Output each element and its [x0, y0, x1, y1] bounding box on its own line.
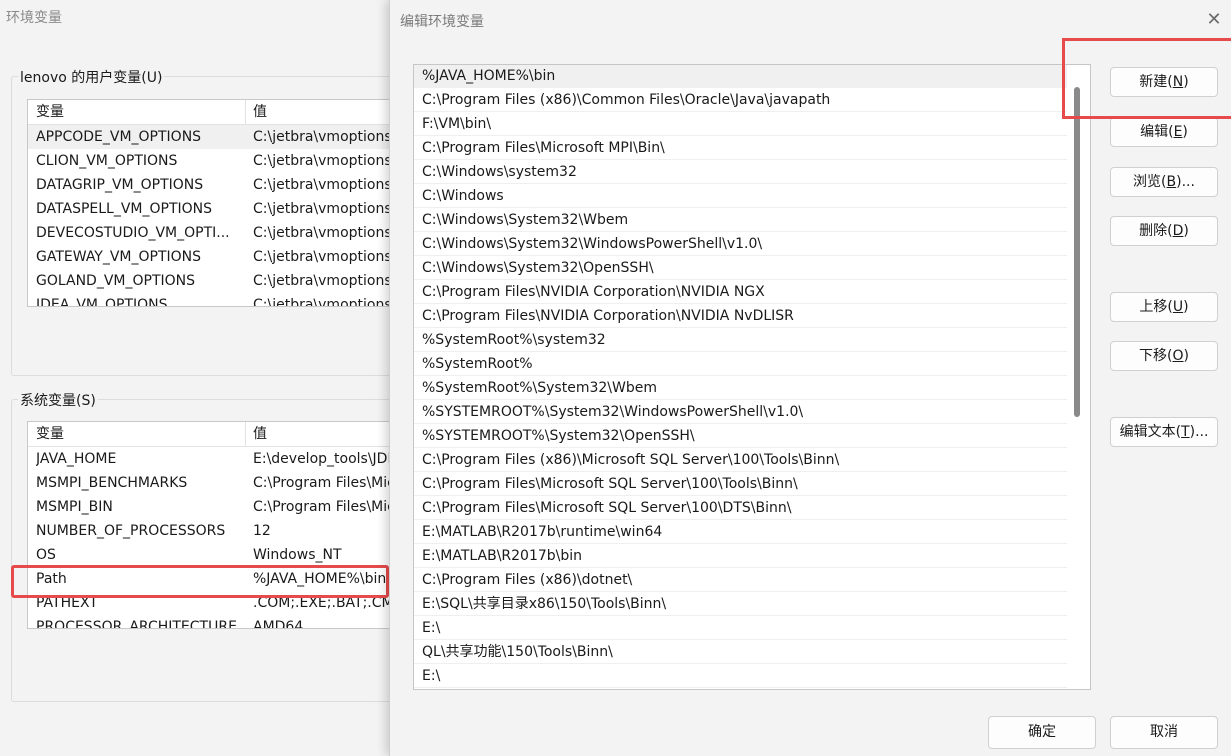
- browse-button[interactable]: 浏览(B)...: [1110, 167, 1218, 197]
- variable-value: C:\jetbra\vmoptions\appcode.vmoptions: [253, 129, 408, 145]
- path-entry[interactable]: %JAVA_HOME%\bin: [414, 65, 1067, 88]
- path-entry[interactable]: F:\VM\bin\: [414, 113, 1067, 136]
- column-header-variable[interactable]: 变量: [36, 422, 241, 446]
- path-entry[interactable]: QL\共享功能\150\Tools\Binn\: [414, 641, 1067, 664]
- variable-value: C:\jetbra\vmoptions\clion.vmoptions: [253, 153, 408, 169]
- path-entry[interactable]: C:\Program Files\Microsoft SQL Server\10…: [414, 473, 1067, 496]
- variable-value: Windows_NT: [253, 547, 342, 563]
- column-header-value[interactable]: 值: [253, 422, 408, 446]
- table-row[interactable]: MSMPI_BIN C:\Program Files\Microsoft MPI\…: [28, 495, 408, 519]
- table-row[interactable]: IDEA_VM_OPTIONS C:\jetbra\vmoptions\idea.…: [28, 293, 408, 307]
- path-entry[interactable]: C:\Windows\System32\WindowsPowerShell\v1…: [414, 233, 1067, 256]
- edit-button[interactable]: 编辑(E): [1110, 117, 1218, 147]
- path-entry[interactable]: %SYSTEMROOT%\System32\OpenSSH\: [414, 425, 1067, 448]
- column-separator: [245, 422, 246, 446]
- table-row[interactable]: JAVA_HOME E:\develop_tools\JDK: [28, 447, 408, 471]
- path-entry[interactable]: %SystemRoot%\system32: [414, 329, 1067, 352]
- path-entry[interactable]: %SystemRoot%\System32\Wbem: [414, 377, 1067, 400]
- dialog-title: 编辑环境变量: [400, 14, 484, 30]
- edit-text-button[interactable]: 编辑文本(T)...: [1110, 417, 1218, 447]
- path-entry[interactable]: C:\Program Files (x86)\Microsoft SQL Ser…: [414, 449, 1067, 472]
- path-entry[interactable]: C:\Windows\System32\OpenSSH\: [414, 257, 1067, 280]
- table-row[interactable]: DATAGRIP_VM_OPTIONS C:\jetbra\vmoptions\d…: [28, 173, 408, 197]
- path-row-highlight: [11, 565, 389, 598]
- column-header-variable[interactable]: 变量: [36, 100, 241, 124]
- column-header-value[interactable]: 值: [253, 100, 408, 124]
- move-up-button[interactable]: 上移(U): [1110, 292, 1218, 322]
- path-entry[interactable]: E:\: [414, 617, 1067, 640]
- edit-env-var-dialog: 编辑环境变量 ✕ E:\ QL\共享功能\150\Tools\Binn\ E:\ E:…: [389, 0, 1231, 756]
- path-entry[interactable]: C:\Program Files\NVIDIA Corporation\NVID…: [414, 305, 1067, 328]
- variable-value: C:\Program Files\Microsoft MPI\Bin\: [253, 499, 408, 515]
- path-entry[interactable]: E:\SQL\共享目录x86\150\Tools\Binn\: [414, 593, 1067, 616]
- close-icon[interactable]: ✕: [1204, 10, 1224, 30]
- variable-name: GOLAND_VM_OPTIONS: [36, 273, 195, 289]
- path-entry[interactable]: E:\MATLAB\R2017b\bin: [414, 545, 1067, 568]
- variable-value: E:\develop_tools\JDK: [253, 451, 397, 467]
- variable-name: IDEA_VM_OPTIONS: [36, 297, 168, 307]
- system-vars-label: 系统变量(S): [18, 390, 98, 410]
- variable-name: DATAGRIP_VM_OPTIONS: [36, 177, 204, 193]
- variable-value: C:\jetbra\vmoptions\dataspell.vmoptions: [253, 201, 408, 217]
- variable-value: AMD64: [253, 619, 304, 629]
- path-entry[interactable]: C:\Windows\System32\Wbem: [414, 209, 1067, 232]
- delete-button[interactable]: 删除(D): [1110, 216, 1218, 246]
- table-row[interactable]: CLION_VM_OPTIONS C:\jetbra\vmoptions\clio…: [28, 149, 408, 173]
- variable-name: MSMPI_BENCHMARKS: [36, 475, 188, 491]
- path-entry[interactable]: C:\Program Files (x86)\dotnet\: [414, 569, 1067, 592]
- table-row[interactable]: DATASPELL_VM_OPTIONS C:\jetbra\vmoptions\…: [28, 197, 408, 221]
- table-row[interactable]: NUMBER_OF_PROCESSORS 12: [28, 519, 408, 543]
- path-entry[interactable]: E:\: [414, 665, 1067, 688]
- window-title: 环境变量: [6, 10, 62, 26]
- variable-value: C:\jetbra\vmoptions\gateway.vmoptions: [253, 249, 408, 265]
- variable-name: CLION_VM_OPTIONS: [36, 153, 178, 169]
- path-entry[interactable]: C:\Windows\system32: [414, 161, 1067, 184]
- table-row[interactable]: OS Windows_NT: [28, 543, 408, 567]
- table-row[interactable]: DEVECOSTUDIO_VM_OPTI... C:\jetbra\vmoptio…: [28, 221, 408, 245]
- variable-value: 12: [253, 523, 271, 539]
- cancel-button[interactable]: 取消: [1110, 716, 1218, 749]
- user-vars-list[interactable]: 变量 值 APPCODE_VM_OPTIONS C:\jetbra\vmoptio…: [27, 99, 409, 307]
- variable-name: DATASPELL_VM_OPTIONS: [36, 201, 213, 217]
- path-entry[interactable]: %SystemRoot%: [414, 353, 1067, 376]
- path-entry[interactable]: E:\MATLAB\R2017b\runtime\win64: [414, 521, 1067, 544]
- path-entry[interactable]: C:\Program Files\Microsoft MPI\Bin\: [414, 137, 1067, 160]
- variable-name: NUMBER_OF_PROCESSORS: [36, 523, 226, 539]
- path-entry[interactable]: C:\Program Files\NVIDIA Corporation\NVID…: [414, 281, 1067, 304]
- variable-value: C:\Program Files\Microsoft MPI\Benchmark…: [253, 475, 408, 491]
- list-header: 变量 值: [28, 100, 408, 125]
- table-row[interactable]: MSMPI_BENCHMARKS C:\Program Files\Microso…: [28, 471, 408, 495]
- path-entry[interactable]: C:\Program Files (x86)\Common Files\Orac…: [414, 89, 1067, 112]
- path-entries-list[interactable]: E:\ QL\共享功能\150\Tools\Binn\ E:\ E:\SQL\共享目录…: [413, 64, 1091, 690]
- ok-button[interactable]: 确定: [988, 716, 1096, 749]
- variable-value: C:\jetbra\vmoptions\datagrip.vmoptions: [253, 177, 408, 193]
- path-entry[interactable]: C:\Windows: [414, 185, 1067, 208]
- variable-value: C:\jetbra\vmoptions\goland.vmoptions: [253, 273, 408, 289]
- variable-name: GATEWAY_VM_OPTIONS: [36, 249, 202, 265]
- vertical-scrollbar[interactable]: [1074, 87, 1080, 417]
- variable-name: OS: [36, 547, 56, 563]
- table-row[interactable]: GATEWAY_VM_OPTIONS C:\jetbra\vmoptions\ga…: [28, 245, 408, 269]
- table-row[interactable]: PROCESSOR_ARCHITECTURE AMD64: [28, 615, 408, 629]
- table-row[interactable]: GOLAND_VM_OPTIONS C:\jetbra\vmoptions\gol…: [28, 269, 408, 293]
- variable-value: C:\jetbra\vmoptions\idea.vmoptions: [253, 297, 408, 307]
- variable-name: JAVA_HOME: [36, 451, 117, 467]
- path-entry[interactable]: C:\Program Files\Microsoft SQL Server\10…: [414, 497, 1067, 520]
- variable-value: C:\jetbra\vmoptions\devecostudio.vmoptio…: [253, 225, 408, 241]
- variable-name: APPCODE_VM_OPTIONS: [36, 129, 202, 145]
- list-header: 变量 值: [28, 422, 408, 447]
- column-separator: [245, 100, 246, 124]
- table-row[interactable]: APPCODE_VM_OPTIONS C:\jetbra\vmoptions\ap…: [28, 125, 408, 149]
- variable-name: MSMPI_BIN: [36, 499, 113, 515]
- path-entry[interactable]: %SYSTEMROOT%\System32\WindowsPowerShell\…: [414, 401, 1067, 424]
- user-vars-label: lenovo 的用户变量(U): [18, 67, 165, 87]
- new-button-highlight: [1062, 38, 1231, 119]
- move-down-button[interactable]: 下移(O): [1110, 341, 1218, 371]
- variable-name: PROCESSOR_ARCHITECTURE: [36, 619, 237, 629]
- variable-name: DEVECOSTUDIO_VM_OPTI...: [36, 225, 230, 241]
